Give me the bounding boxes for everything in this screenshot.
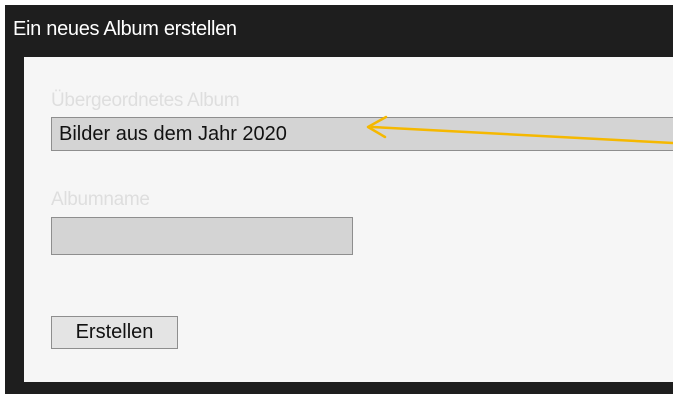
parent-album-selected-value: Bilder aus dem Jahr 2020 bbox=[59, 123, 287, 145]
parent-album-label: Übergeordnetes Album bbox=[51, 90, 240, 111]
dialog-title: Ein neues Album erstellen bbox=[13, 18, 237, 40]
parent-album-select[interactable]: Bilder aus dem Jahr 2020 bbox=[51, 117, 673, 151]
dialog-body: Übergeordnetes Album Bilder aus dem Jahr… bbox=[24, 57, 673, 382]
create-button[interactable]: Erstellen bbox=[51, 316, 178, 349]
album-name-label: Albumname bbox=[51, 189, 150, 210]
create-album-dialog: Ein neues Album erstellen Übergeordnetes… bbox=[5, 5, 673, 394]
album-name-input[interactable] bbox=[51, 217, 353, 255]
